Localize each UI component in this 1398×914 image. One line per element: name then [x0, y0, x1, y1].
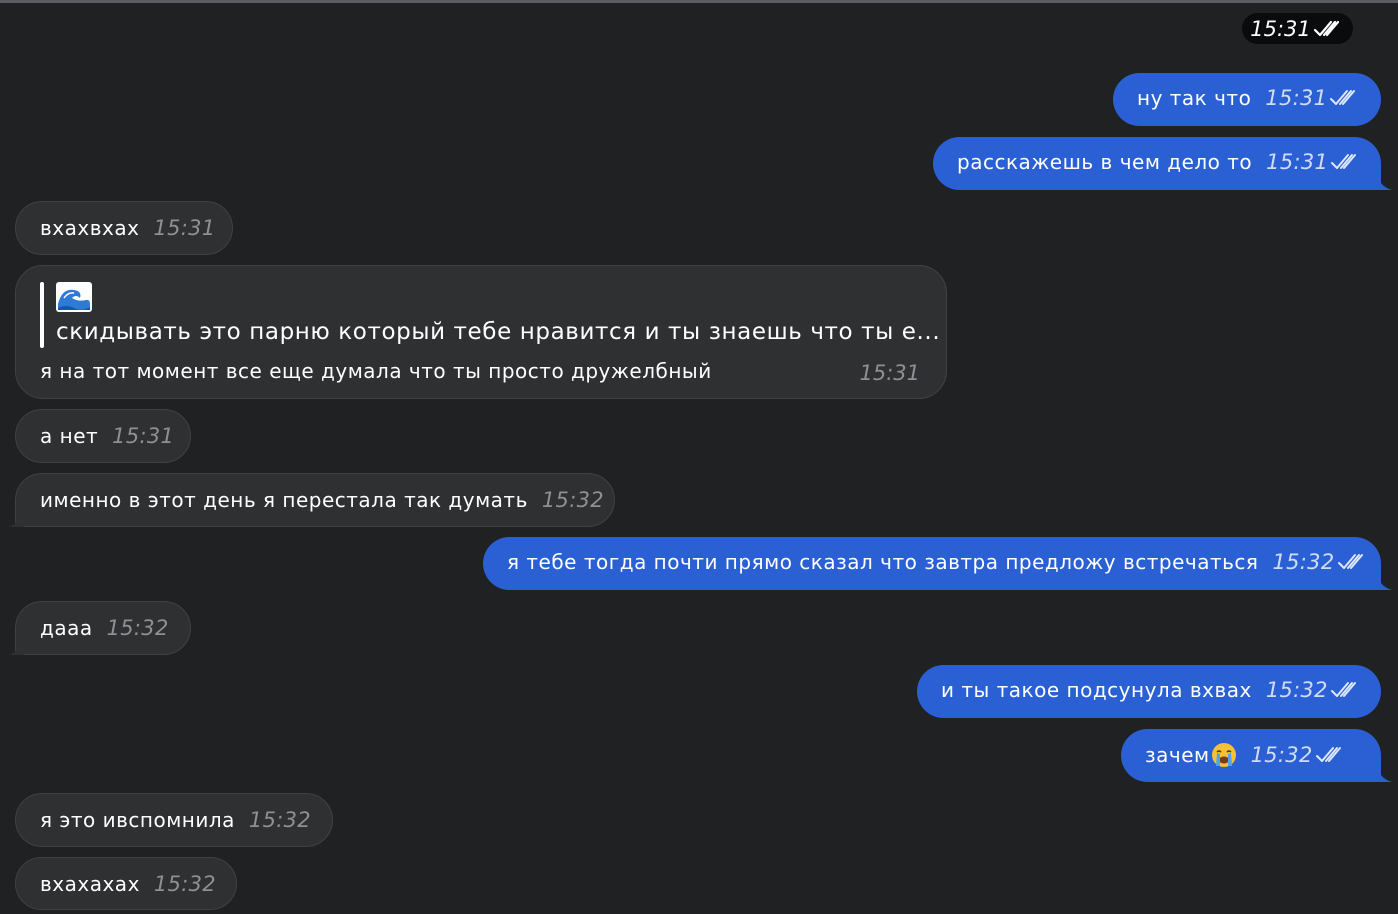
message-time: 15:31: [112, 424, 175, 448]
reply-quote-bar: [40, 282, 44, 348]
message-text: а нет: [40, 424, 99, 448]
message-text: дааа: [40, 616, 93, 640]
message-time: 15:31: [1266, 150, 1329, 174]
double-check-icon: [1330, 152, 1362, 172]
reply-quote-text: скидывать это парню который тебе нравитс…: [56, 319, 941, 345]
message-incoming[interactable]: а нет 15:31: [15, 409, 191, 463]
message-outgoing[interactable]: ну так что 15:31: [1113, 73, 1381, 126]
message-time: 15:32: [248, 808, 311, 832]
message-text: я тебе тогда почти прямо сказал что завт…: [507, 550, 1259, 574]
date-chip-time: 15:31: [1250, 16, 1311, 41]
double-check-icon: [1313, 19, 1345, 39]
bubble-tail: [1376, 762, 1392, 782]
message-time: 15:32: [1272, 550, 1335, 574]
double-check-icon: [1329, 88, 1361, 108]
message-text: и ты такое подсунула вхвах: [941, 678, 1252, 702]
message-outgoing[interactable]: расскажешь в чем дело то 15:31: [933, 137, 1381, 190]
message-incoming[interactable]: вхахвхах 15:31: [15, 201, 233, 255]
message-text: ну так что: [1137, 86, 1252, 110]
bubble-tail: [1376, 170, 1392, 190]
message-text: вхахахах: [40, 872, 140, 896]
message-incoming[interactable]: вхахахах 15:32: [15, 857, 237, 910]
double-check-icon: [1315, 745, 1347, 765]
message-incoming-reply[interactable]: скидывать это парню который тебе нравитс…: [15, 265, 947, 399]
double-check-icon: [1330, 680, 1362, 700]
message-time: 15:32: [106, 616, 169, 640]
bubble-tail: [8, 635, 24, 655]
message-outgoing[interactable]: зачем 15:32: [1121, 729, 1381, 782]
message-incoming[interactable]: именно в этот день я перестала так думат…: [15, 473, 615, 527]
message-time: 15:32: [153, 872, 216, 896]
message-time: 15:31: [1265, 86, 1328, 110]
message-text: именно в этот день я перестала так думат…: [40, 488, 528, 512]
chat-history[interactable]: 15:31 ну так что 15:31 расскажешь в чем …: [0, 0, 1398, 914]
loudly-crying-face-emoji: [1211, 743, 1236, 767]
double-check-icon: [1337, 552, 1369, 572]
bubble-tail: [1376, 570, 1392, 590]
water-wave-emoji: [56, 282, 92, 312]
message-time: 15:32: [1265, 678, 1328, 702]
message-time: 15:31: [153, 216, 216, 240]
message-time: 15:31: [859, 361, 920, 385]
message-outgoing[interactable]: и ты такое подсунула вхвах 15:32: [917, 665, 1381, 718]
message-text: я на тот момент все еще думала что ты пр…: [40, 359, 712, 383]
message-time: 15:32: [1250, 743, 1313, 767]
message-outgoing[interactable]: я тебе тогда почти прямо сказал что завт…: [483, 537, 1381, 590]
message-text: зачем: [1145, 743, 1210, 767]
bubble-tail: [8, 507, 24, 527]
message-time: 15:32: [541, 488, 604, 512]
message-text: расскажешь в чем дело то: [957, 150, 1253, 174]
message-incoming[interactable]: дааа 15:32: [15, 601, 191, 655]
message-text: я это ивспомнила: [40, 808, 235, 832]
message-incoming[interactable]: я это ивспомнила 15:32: [15, 793, 333, 847]
date-chip: 15:31: [1242, 13, 1353, 44]
message-text: вхахвхах: [40, 216, 140, 240]
